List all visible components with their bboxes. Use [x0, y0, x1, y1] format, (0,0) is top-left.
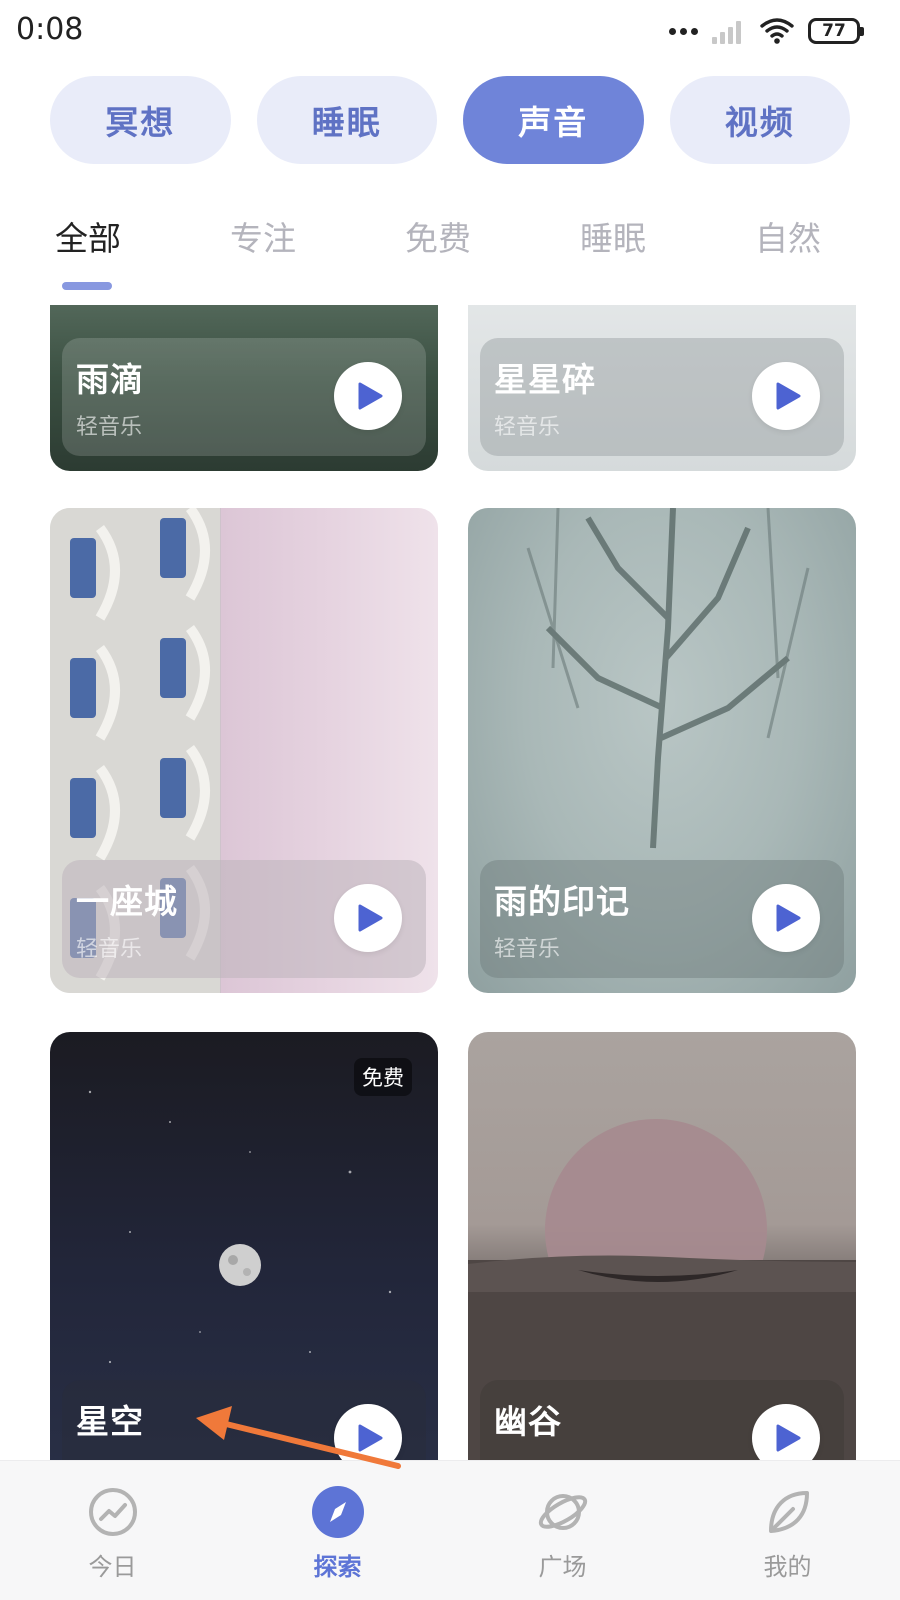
- status-bar: 0:08 77: [0, 0, 900, 62]
- card-title: 幽谷: [494, 1402, 562, 1441]
- sound-card-valley[interactable]: 幽谷: [468, 1032, 856, 1460]
- card-subtitle: 轻音乐: [494, 937, 561, 962]
- play-icon: [358, 904, 383, 932]
- tab-free[interactable]: 免费: [378, 212, 498, 260]
- tab-focus[interactable]: 专注: [203, 212, 323, 260]
- sound-card-starry-sky[interactable]: 免费 星空: [50, 1032, 438, 1460]
- nav-item-plaza[interactable]: 广场: [450, 1461, 675, 1600]
- nav-label: 广场: [538, 1553, 587, 1581]
- nav-item-today[interactable]: 今日: [0, 1461, 225, 1600]
- nav-label: 今日: [88, 1553, 137, 1581]
- trend-icon: [86, 1485, 140, 1539]
- play-button[interactable]: [752, 884, 820, 952]
- sound-card-city[interactable]: 一座城 轻音乐: [50, 508, 438, 993]
- nav-item-mine[interactable]: 我的: [675, 1461, 900, 1600]
- tab-all[interactable]: 全部: [28, 212, 148, 260]
- card-title: 星空: [76, 1402, 144, 1441]
- sound-card-raindrop[interactable]: 雨滴 轻音乐: [50, 305, 438, 471]
- play-icon: [358, 382, 383, 410]
- nav-label: 探索: [313, 1553, 362, 1581]
- category-pill-sound[interactable]: 声音: [463, 76, 644, 164]
- bottom-nav: 今日 探索 广场 我的: [0, 1460, 900, 1600]
- nav-item-explore[interactable]: 探索: [225, 1461, 450, 1600]
- compass-icon: [311, 1485, 365, 1539]
- card-title: 星星碎: [494, 360, 596, 399]
- card-title: 一座城: [76, 882, 178, 921]
- signal-icon: [712, 18, 746, 44]
- wifi-icon: [760, 18, 794, 44]
- tab-sleep[interactable]: 睡眠: [553, 212, 673, 260]
- category-pills: 冥想 睡眠 声音 视频: [50, 76, 850, 164]
- sound-card-grid: 雨滴 轻音乐 星星碎 轻音乐 一座城 轻音乐 雨的印记 轻音乐 免费 星空 幽谷: [0, 305, 900, 1460]
- play-icon: [358, 1424, 383, 1452]
- category-pill-meditation[interactable]: 冥想: [50, 76, 231, 164]
- card-subtitle: 轻音乐: [76, 415, 143, 440]
- planet-icon: [536, 1485, 590, 1539]
- more-dots-icon: [669, 27, 698, 35]
- status-time: 0:08: [16, 12, 84, 47]
- play-button[interactable]: [334, 362, 402, 430]
- category-pill-sleep[interactable]: 睡眠: [256, 76, 437, 164]
- card-subtitle: 轻音乐: [76, 937, 143, 962]
- battery-icon: 77: [808, 18, 864, 44]
- play-button[interactable]: [334, 884, 402, 952]
- play-icon: [776, 904, 801, 932]
- card-subtitle: 轻音乐: [494, 415, 561, 440]
- card-title: 雨滴: [76, 360, 144, 399]
- play-icon: [776, 382, 801, 410]
- category-pill-video[interactable]: 视频: [669, 76, 850, 164]
- sound-card-rain-memory[interactable]: 雨的印记 轻音乐: [468, 508, 856, 993]
- leaf-icon: [761, 1485, 815, 1539]
- play-button[interactable]: [752, 362, 820, 430]
- free-badge: 免费: [354, 1058, 412, 1096]
- active-tab-indicator: [62, 282, 112, 290]
- sub-tabs: 全部 专注 免费 睡眠 自然: [0, 212, 900, 272]
- play-icon: [776, 1424, 801, 1452]
- status-icons: 77: [669, 16, 864, 46]
- sound-card-stars[interactable]: 星星碎 轻音乐: [468, 305, 856, 471]
- card-title: 雨的印记: [494, 882, 630, 921]
- tab-nature[interactable]: 自然: [728, 212, 848, 260]
- nav-label: 我的: [763, 1553, 812, 1581]
